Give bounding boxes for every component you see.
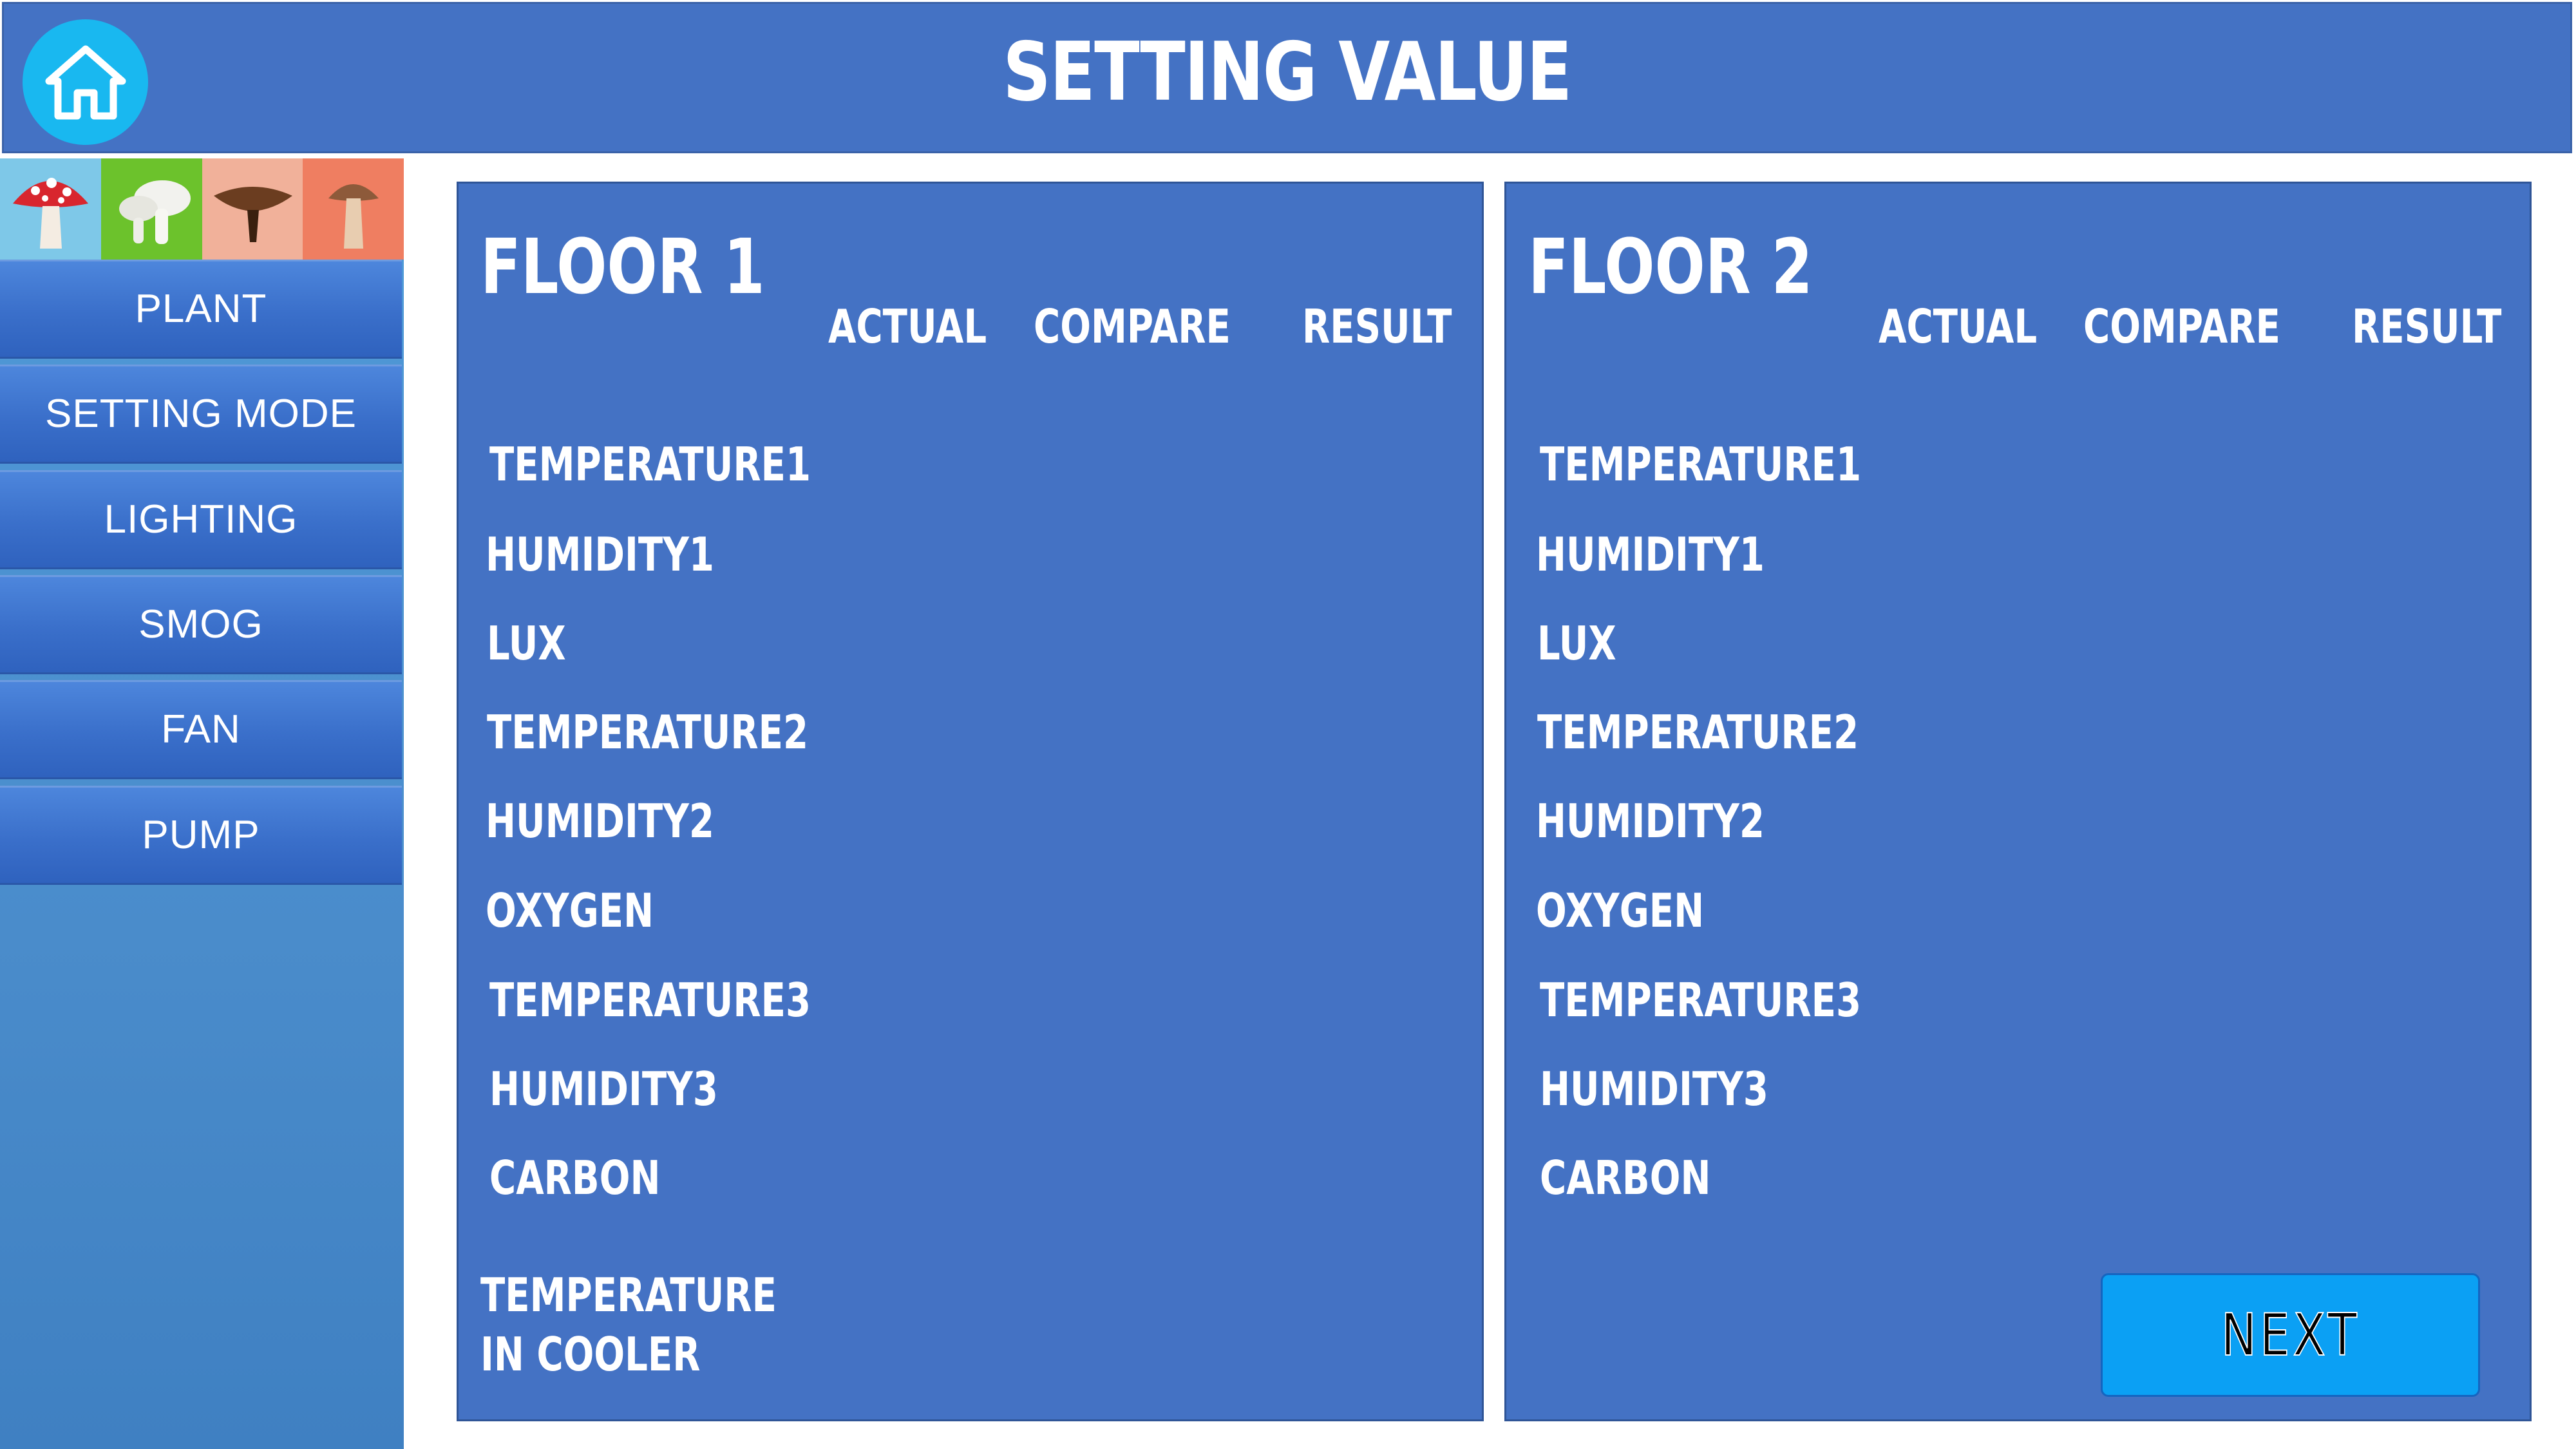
floor-2-row-temperature2: TEMPERATURE2 xyxy=(1537,705,1859,759)
floor-1-panel: FLOOR 1 ACTUAL COMPARE RESULT TEMPERATUR… xyxy=(457,182,1484,1421)
floor-2-row-temperature3: TEMPERATURE3 xyxy=(1540,973,1862,1027)
floor-1-row-temperature3: TEMPERATURE3 xyxy=(489,973,811,1027)
floor-1-title: FLOOR 1 xyxy=(480,222,765,311)
floor-2-row-humidity2: HUMIDITY2 xyxy=(1536,794,1765,848)
floor-1-column-actual: ACTUAL xyxy=(828,299,987,354)
sidebar-item-lighting[interactable]: LIGHTING xyxy=(0,470,402,569)
floor-2-row-humidity1: HUMIDITY1 xyxy=(1536,527,1765,582)
sidebar-item-smog[interactable]: SMOG xyxy=(0,575,402,674)
floor-2-row-oxygen: OXYGEN xyxy=(1536,884,1705,938)
floor-2-column-actual: ACTUAL xyxy=(1879,299,2038,354)
floor-1-row-carbon: CARBON xyxy=(489,1151,661,1205)
floor-1-row-humidity1: HUMIDITY1 xyxy=(486,527,714,582)
floor-1-row-temperature2: TEMPERATURE2 xyxy=(487,705,809,759)
page-title: SETTING VALUE xyxy=(1003,24,1572,119)
floor-1-column-compare: COMPARE xyxy=(1034,299,1231,354)
floor-1-column-result: RESULT xyxy=(1302,299,1452,354)
white-mushroom-icon[interactable] xyxy=(100,158,202,260)
brown-mushroom-icon[interactable] xyxy=(202,158,303,260)
next-button-label: NEXT xyxy=(2221,1301,2360,1370)
sidebar-item-setting-mode[interactable]: SETTING MODE xyxy=(0,365,402,464)
floor-2-column-result: RESULT xyxy=(2352,299,2502,354)
header-bar: SETTING VALUE xyxy=(2,2,2572,153)
home-icon xyxy=(45,45,126,119)
floor-2-row-humidity3: HUMIDITY3 xyxy=(1540,1062,1768,1116)
cooler-label-line2: IN COOLER xyxy=(480,1327,701,1381)
sidebar: PLANT SETTING MODE LIGHTING SMOG FAN PUM… xyxy=(0,158,404,1449)
mushroom-thumbnails xyxy=(0,158,404,260)
floor-2-row-lux: LUX xyxy=(1537,616,1616,670)
cooler-label-line1: TEMPERATURE xyxy=(480,1268,777,1322)
tall-mushroom-icon[interactable] xyxy=(303,158,404,260)
floor-1-row-humidity3: HUMIDITY3 xyxy=(489,1062,718,1116)
floor-2-column-compare: COMPARE xyxy=(2083,299,2280,354)
next-button[interactable]: NEXT xyxy=(2101,1273,2480,1397)
floor-2-title: FLOOR 2 xyxy=(1528,222,1813,311)
home-button[interactable] xyxy=(23,19,148,145)
floor-1-row-lux: LUX xyxy=(487,616,566,670)
sidebar-item-plant[interactable]: PLANT xyxy=(0,260,402,359)
floor-2-row-carbon: CARBON xyxy=(1540,1151,1711,1205)
floor-1-row-humidity2: HUMIDITY2 xyxy=(486,794,714,848)
sidebar-item-pump[interactable]: PUMP xyxy=(0,786,402,885)
floor-2-row-temperature1: TEMPERATURE1 xyxy=(1540,437,1862,491)
sidebar-item-fan[interactable]: FAN xyxy=(0,680,402,779)
floor-2-panel: FLOOR 2 ACTUAL COMPARE RESULT TEMPERATUR… xyxy=(1504,182,2532,1421)
floor-1-row-temperature-in-cooler: TEMPERATURE IN COOLER xyxy=(480,1265,777,1384)
floor-1-row-temperature1: TEMPERATURE1 xyxy=(489,437,811,491)
red-mushroom-icon[interactable] xyxy=(0,158,101,260)
floor-1-row-oxygen: OXYGEN xyxy=(486,884,654,938)
